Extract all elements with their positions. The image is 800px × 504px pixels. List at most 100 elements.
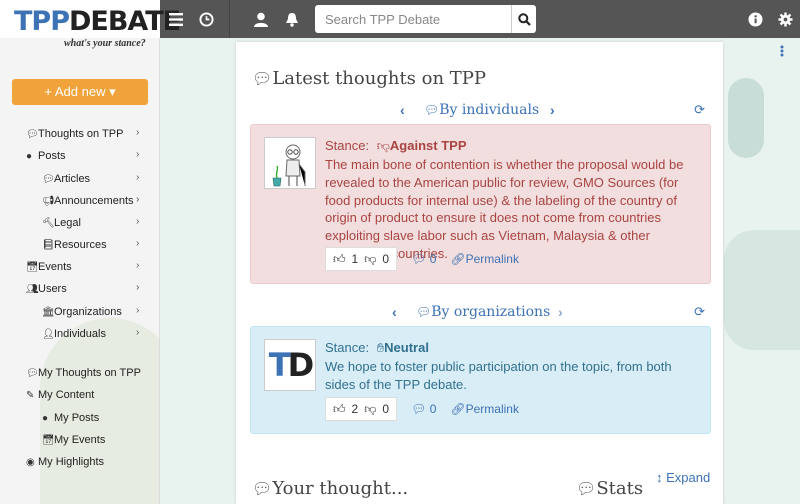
sidebar-item-label: Articles xyxy=(54,173,91,185)
sidebar-item-users[interactable]: 👥︎Users xyxy=(26,282,67,296)
sidebar-item-label: My Posts xyxy=(54,412,100,424)
sidebar-item-label: My Events xyxy=(54,434,106,446)
stance-value: Neutral xyxy=(384,340,429,355)
permalink-link[interactable]: 🔗︎Permalink xyxy=(450,252,519,266)
sidebar-item-my-events[interactable]: 📅︎My Events xyxy=(42,433,105,447)
menu-icon[interactable] xyxy=(166,9,186,29)
sidebar-item-label: Posts xyxy=(38,150,66,162)
heading-text: Your thought... xyxy=(272,478,409,499)
chevron-right-icon[interactable]: › xyxy=(136,327,139,338)
sidebar-item-articles[interactable]: 💬︎Articles xyxy=(42,172,90,186)
stance-line: Stance: 👎︎Against TPP xyxy=(325,138,467,154)
chevron-right-icon[interactable]: › xyxy=(136,260,139,271)
background-shape xyxy=(724,230,800,350)
stance-line: Stance: ✋︎Neutral xyxy=(325,340,429,356)
chevron-right-icon[interactable]: › xyxy=(558,304,563,320)
thumbs-down-icon[interactable]: 👎︎ xyxy=(364,402,376,417)
comment-icon: 💬︎ xyxy=(416,305,432,319)
thought-actions: 👍︎ 1 👎︎ 0 💬︎ 0 🔗︎Permalink xyxy=(325,247,519,271)
user-icon[interactable] xyxy=(251,9,271,29)
sidebar-item-events[interactable]: 📅︎Events xyxy=(26,260,72,274)
chevron-right-icon[interactable]: › xyxy=(136,127,139,138)
avatar[interactable] xyxy=(264,137,316,189)
chevron-right-icon[interactable]: › xyxy=(136,305,139,316)
thumbs-up-icon[interactable]: 👍︎ xyxy=(333,252,346,267)
chevron-right-icon[interactable]: › xyxy=(550,102,555,118)
sidebar-item-resources[interactable]: 📘︎Resources xyxy=(42,238,107,252)
thumbs-up-icon[interactable]: 👍︎ xyxy=(333,402,346,417)
permalink-label: Permalink xyxy=(465,252,519,266)
expand-label: Expand xyxy=(666,470,711,485)
avatar[interactable]: TD xyxy=(264,339,316,391)
sidebar-item-label: My Highlights xyxy=(38,456,105,468)
refresh-icon[interactable]: ⟳ xyxy=(694,304,705,320)
permalink-label: Permalink xyxy=(465,402,519,416)
vote-box: 👍︎ 2 👎︎ 0 xyxy=(325,397,398,421)
stance-label: Stance: xyxy=(325,340,370,355)
sidebar-item-label: Announcements xyxy=(54,195,134,207)
search-button[interactable] xyxy=(511,5,536,33)
upvote-count: 1 xyxy=(351,252,359,266)
comment-icon: 💬︎ xyxy=(42,174,55,185)
section-title-organizations: 💬︎By organizations xyxy=(416,304,550,320)
divider xyxy=(229,0,230,38)
sidebar-item-label: Events xyxy=(38,261,72,273)
sidebar-item-label: Users xyxy=(38,283,67,295)
chevron-right-icon[interactable]: › xyxy=(136,238,139,249)
thought-actions: 👍︎ 2 👎︎ 0 💬︎ 0 🔗︎Permalink xyxy=(325,397,519,421)
dot-circle-icon: ◉ xyxy=(26,457,35,468)
refresh-icon[interactable]: ⟳ xyxy=(694,102,705,118)
gear-icon[interactable] xyxy=(775,9,795,29)
cartoon-avatar xyxy=(265,138,315,188)
sidebar-item-legal[interactable]: 🔨︎Legal xyxy=(42,216,81,230)
individuals-nav: ‹ 💬︎By individuals › ⟳ xyxy=(236,102,723,122)
sidebar-item-label: Thoughts on TPP xyxy=(38,128,124,140)
permalink-link[interactable]: 🔗︎Permalink xyxy=(450,402,519,416)
stance-value: Against TPP xyxy=(389,138,467,153)
add-new-button[interactable]: + Add new ▾ xyxy=(12,79,148,105)
info-icon[interactable] xyxy=(745,9,765,29)
clock-icon[interactable] xyxy=(196,9,216,29)
vote-box: 👍︎ 1 👎︎ 0 xyxy=(325,247,398,271)
expand-button[interactable]: ↕ Expand xyxy=(656,470,710,485)
heading-text: Stats xyxy=(596,478,644,499)
thumbs-down-icon[interactable]: 👎︎ xyxy=(364,252,376,267)
sidebar-item-my-content[interactable]: ✎ My Content xyxy=(26,388,94,402)
sidebar-item-organizations[interactable]: 🏛︎Organizations xyxy=(42,305,122,319)
comment-icon: 💬︎ xyxy=(252,479,273,498)
sidebar-item-my-posts[interactable]: ● My Posts xyxy=(42,411,99,425)
chevron-right-icon[interactable]: › xyxy=(136,216,139,227)
comments-link[interactable]: 💬︎ 0 xyxy=(411,402,436,416)
logo-text-debate: DEBATE xyxy=(69,6,181,37)
sidebar-item-individuals[interactable]: 👤︎Individuals xyxy=(42,327,106,341)
chevron-right-icon[interactable]: › xyxy=(136,282,139,293)
expand-icon: ↕ xyxy=(656,470,663,485)
search-bar xyxy=(315,5,536,33)
comment-icon: 💬︎ xyxy=(26,129,39,140)
search-input[interactable] xyxy=(315,5,511,33)
chevron-right-icon[interactable]: › xyxy=(136,172,139,183)
sidebar-item-posts[interactable]: ● Posts xyxy=(26,149,66,163)
chevron-right-icon[interactable]: › xyxy=(136,194,139,205)
sidebar-item-my-highlights[interactable]: ◉ My Highlights xyxy=(26,455,104,469)
chevron-left-icon[interactable]: ‹ xyxy=(392,304,397,320)
upvote-count: 2 xyxy=(351,402,359,416)
logo[interactable]: TPPDEBATE xyxy=(0,0,181,38)
thought-text: We hope to foster public participation o… xyxy=(325,359,672,392)
your-thought-heading: 💬︎Your thought... xyxy=(252,478,408,499)
chevron-left-icon[interactable]: ‹ xyxy=(400,102,405,118)
chevron-right-icon[interactable]: › xyxy=(136,149,139,160)
background-shape xyxy=(728,78,764,158)
comments-link[interactable]: 💬︎ 0 xyxy=(411,252,436,266)
sidebar-item-label: Individuals xyxy=(54,328,106,340)
comment-count: 0 xyxy=(429,252,437,266)
more-options-icon[interactable] xyxy=(780,45,784,60)
sidebar-item-thoughts[interactable]: 💬︎Thoughts on TPP xyxy=(26,127,123,141)
logo-tagline: what's your stance? xyxy=(64,38,146,49)
megaphone-icon: 📢︎ xyxy=(42,196,55,207)
sidebar-item-my-thoughts[interactable]: 💬︎My Thoughts on TPP xyxy=(26,366,141,380)
comment-icon: 💬︎ xyxy=(26,368,39,379)
bell-icon[interactable] xyxy=(282,9,302,29)
sidebar-item-announcements[interactable]: 📢︎Announcements xyxy=(42,194,134,208)
sidebar-item-label: My Content xyxy=(38,389,95,401)
